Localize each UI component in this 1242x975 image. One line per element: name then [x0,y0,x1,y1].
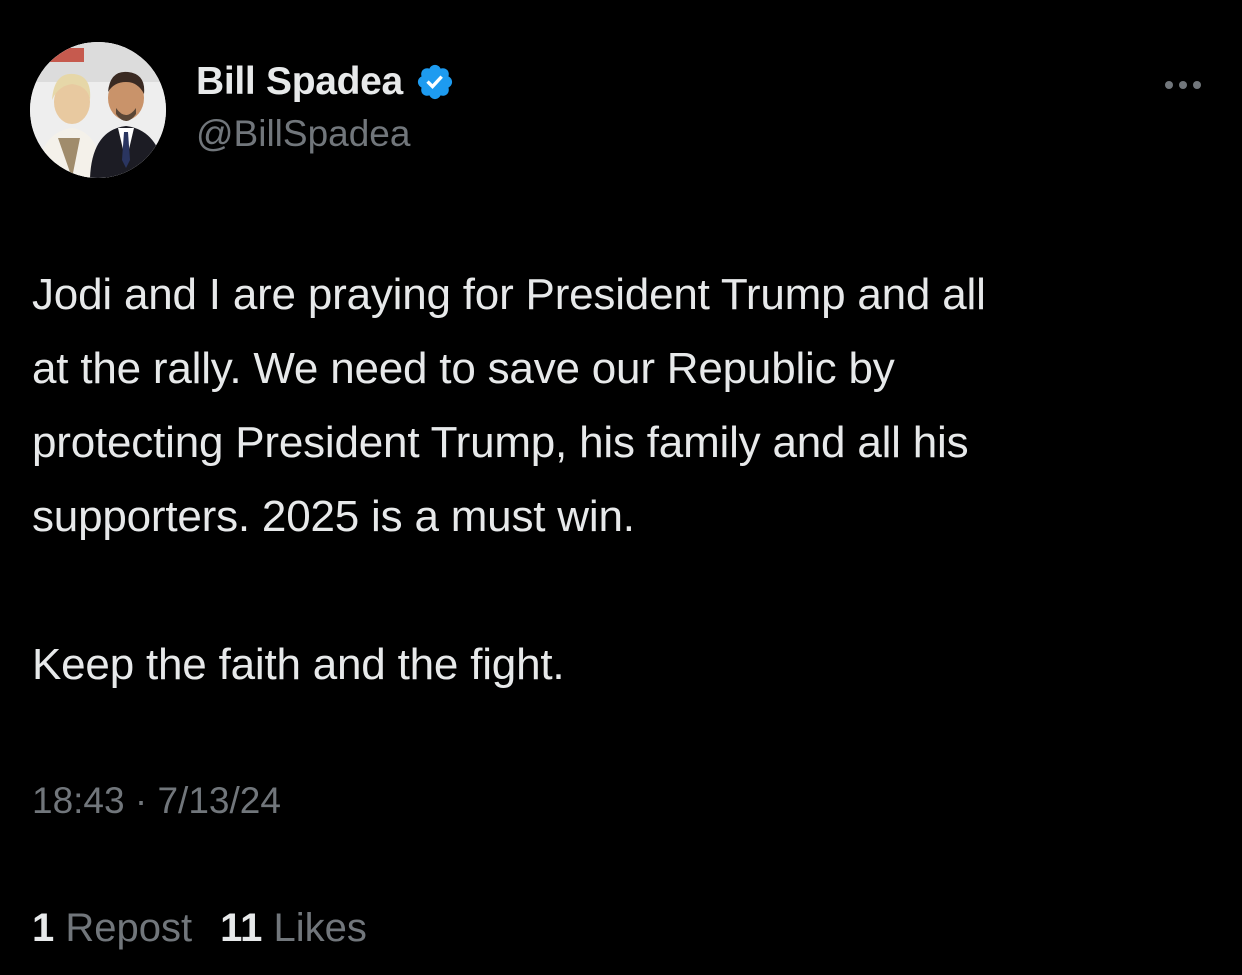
engagement-stats: 1 Repost 11 Likes [32,906,367,951]
tweet-text-line: at the rally. We need to save our Republ… [32,344,895,393]
author-display-name[interactable]: Bill Spadea [196,60,403,104]
like-count-link[interactable]: 11 Likes [220,906,367,951]
ellipsis-dot [1193,81,1201,89]
tweet-card: Bill Spadea @BillSpadea Jodi and I are p… [0,0,1242,975]
verified-checkmark-icon[interactable] [415,62,455,102]
author-name-row: Bill Spadea [196,56,455,108]
ellipsis-dot [1179,81,1187,89]
repost-count-link[interactable]: 1 Repost [32,906,192,951]
avatar[interactable] [30,42,166,178]
tweet-text-line: Keep the faith and the fight. [32,640,565,689]
tweet-text: Jodi and I are praying for President Tru… [32,258,1217,702]
profile-photo-icon [30,42,166,178]
like-label: Likes [273,906,367,950]
ellipsis-icon [1165,81,1173,89]
tweet-text-line: Jodi and I are praying for President Tru… [32,270,986,319]
more-options-button[interactable] [1155,70,1211,100]
like-count: 11 [220,906,274,950]
tweet-text-line: protecting President Trump, his family a… [32,418,969,467]
tweet-text-line: supporters. 2025 is a must win. [32,492,635,541]
tweet-timestamp[interactable]: 18:43 · 7/13/24 [32,780,281,822]
author-handle[interactable]: @BillSpadea [196,113,410,155]
repost-count: 1 [32,906,66,950]
repost-label: Repost [65,906,193,950]
